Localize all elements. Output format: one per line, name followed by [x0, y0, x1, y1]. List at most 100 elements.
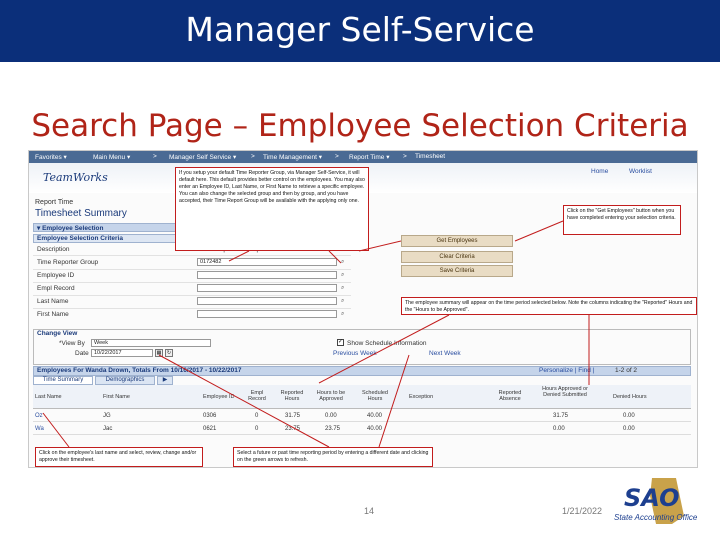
field-label-employee-id: Employee ID — [37, 272, 75, 279]
callout-summary-columns: The employee summary will appear on the … — [401, 297, 697, 315]
col-denied-hours: Denied Hours — [613, 394, 647, 400]
previous-week-link[interactable]: Previous Week — [333, 350, 377, 357]
tab-time-summary[interactable]: Time Summary — [33, 376, 93, 385]
criteria-label: Employee Selection Criteria — [37, 235, 123, 242]
nav-separator: > — [251, 153, 255, 160]
nav-main-menu[interactable]: Main Menu ▾ — [93, 153, 130, 161]
cell-empl-record: 0 — [255, 426, 259, 432]
callout-time-reporter-group: If you setup your default Time Reporter … — [175, 167, 369, 251]
teamworks-logo: TeamWorks — [43, 171, 108, 184]
nav-manager-self-service[interactable]: Manager Self Service ▾ — [169, 153, 236, 161]
lookup-icon[interactable]: ⌕ — [341, 311, 344, 318]
row-divider — [33, 295, 351, 296]
nav-report-time[interactable]: Report Time ▾ — [349, 153, 389, 161]
callout-employee-name: Click on the employee's last name and se… — [35, 447, 203, 467]
lookup-icon[interactable]: ⌕ — [341, 259, 344, 266]
col-reported-hours: Reported Hours — [280, 390, 304, 402]
show-schedule-checkbox[interactable]: ✓ — [337, 339, 344, 346]
cell-scheduled-hours: 40.00 — [367, 426, 383, 432]
time-reporter-group-input[interactable]: 0172482 — [197, 258, 337, 266]
logo-text: SAO — [624, 484, 680, 512]
change-view-panel — [33, 329, 691, 365]
slide-date: 1/21/2022 — [562, 506, 603, 516]
arrow-line — [514, 220, 564, 242]
change-view-label: Change View — [37, 330, 78, 337]
col-exception: Exception — [409, 394, 434, 400]
cell-employee-id: 0621 — [203, 426, 217, 432]
nav-time-management[interactable]: Time Management ▾ — [263, 153, 322, 161]
col-scheduled-hours: Scheduled Hours — [362, 390, 388, 402]
table-row: Oz JG 0306 0 31.75 0.00 40.00 31.75 0.00 — [33, 410, 691, 422]
col-reported-absence: Reported Absence — [498, 390, 522, 402]
breadcrumb-report-time: Report Time — [35, 199, 74, 206]
nav-favorites[interactable]: Favorites ▾ — [35, 153, 67, 161]
cell-denied-hours: 0.00 — [623, 426, 635, 432]
cell-first-name: JG — [103, 413, 111, 419]
page-number: 14 — [364, 506, 375, 516]
col-hours-to-be-approved: Hours to be Approved — [316, 390, 346, 402]
get-employees-button[interactable]: Get Employees — [401, 235, 513, 247]
employee-last-name-link[interactable]: Oz — [35, 413, 43, 419]
nav-separator: > — [403, 153, 407, 160]
callout-time-period: Select a future or past time reporting p… — [233, 447, 433, 467]
cell-scheduled-hours: 40.00 — [367, 413, 383, 419]
title-banner: Manager Self-Service — [0, 0, 720, 62]
view-by-select[interactable]: Week — [91, 339, 211, 347]
row-divider — [33, 282, 351, 283]
lookup-icon[interactable]: ⌕ — [341, 272, 344, 279]
employee-grid-title: Employees For Wanda Drown, Totals From 1… — [37, 367, 242, 374]
cell-reported-hours: 31.75 — [285, 413, 301, 419]
worklist-link[interactable]: Worklist — [629, 168, 652, 175]
col-employee-id: Employee ID — [203, 394, 235, 400]
row-divider — [33, 308, 351, 309]
save-criteria-button[interactable]: Save Criteria — [401, 265, 513, 277]
last-name-input[interactable] — [197, 297, 337, 305]
refresh-icon[interactable]: ↻ — [165, 349, 173, 357]
cell-hours-approved: 0.00 — [553, 426, 565, 432]
table-row: Wa Jac 0621 0 23.75 23.75 40.00 0.00 0.0… — [33, 423, 691, 435]
cell-hours-approved: 31.75 — [553, 413, 569, 419]
col-last-name: Last Name — [35, 394, 62, 400]
field-label-time-reporter-group: Time Reporter Group — [37, 259, 99, 266]
tab-expand-icon[interactable]: ▶ — [157, 376, 173, 385]
show-schedule-label: Show Schedule Information — [347, 340, 427, 347]
empl-record-input[interactable] — [197, 284, 337, 292]
column-description: Description — [37, 246, 70, 253]
date-input[interactable]: 10/22/2017 — [91, 349, 153, 357]
col-first-name: First Name — [103, 394, 130, 400]
employee-selection-label[interactable]: ▾ Employee Selection — [37, 224, 103, 232]
tab-demographics[interactable]: Demographics — [95, 376, 155, 385]
nav-timesheet[interactable]: Timesheet — [415, 153, 445, 160]
next-week-link[interactable]: Next Week — [429, 350, 461, 357]
logo-subtext: State Accounting Office — [614, 513, 698, 522]
cell-denied-hours: 0.00 — [623, 413, 635, 419]
home-link[interactable]: Home — [591, 168, 608, 175]
nav-separator: > — [335, 153, 339, 160]
first-name-input[interactable] — [197, 310, 337, 318]
date-label: Date — [75, 350, 89, 357]
page-title: Timesheet Summary — [35, 208, 127, 219]
cell-empl-record: 0 — [255, 413, 259, 419]
lookup-icon[interactable]: ⌕ — [341, 285, 344, 292]
field-label-last-name: Last Name — [37, 298, 69, 305]
nav-separator: > — [153, 153, 157, 160]
grid-column-headers: Last Name First Name Employee ID Empl Re… — [33, 385, 691, 409]
personalize-link[interactable]: Personalize | Find | — [539, 367, 594, 374]
nav-bar: Favorites ▾ Main Menu ▾ > Manager Self S… — [29, 151, 697, 163]
grid-pager: 1-2 of 2 — [615, 367, 638, 374]
cell-employee-id: 0306 — [203, 413, 217, 419]
cell-hours-to-be-approved: 23.75 — [325, 426, 341, 432]
clear-criteria-button[interactable]: Clear Criteria — [401, 251, 513, 263]
cell-reported-hours: 23.75 — [285, 426, 301, 432]
field-label-first-name: First Name — [37, 311, 69, 318]
callout-get-employees: Click on the "Get Employees" button when… — [563, 205, 681, 235]
employee-last-name-link[interactable]: Wa — [35, 426, 44, 432]
lookup-icon[interactable]: ⌕ — [341, 298, 344, 305]
row-divider — [33, 255, 351, 256]
slide-title: Manager Self-Service — [185, 10, 535, 49]
slide-subtitle: Search Page – Employee Selection Criteri… — [31, 108, 689, 144]
col-empl-record: Empl Record — [248, 390, 266, 402]
field-label-empl-record: Empl Record — [37, 285, 75, 292]
employee-id-input[interactable] — [197, 271, 337, 279]
calendar-icon[interactable]: ▦ — [155, 349, 163, 357]
